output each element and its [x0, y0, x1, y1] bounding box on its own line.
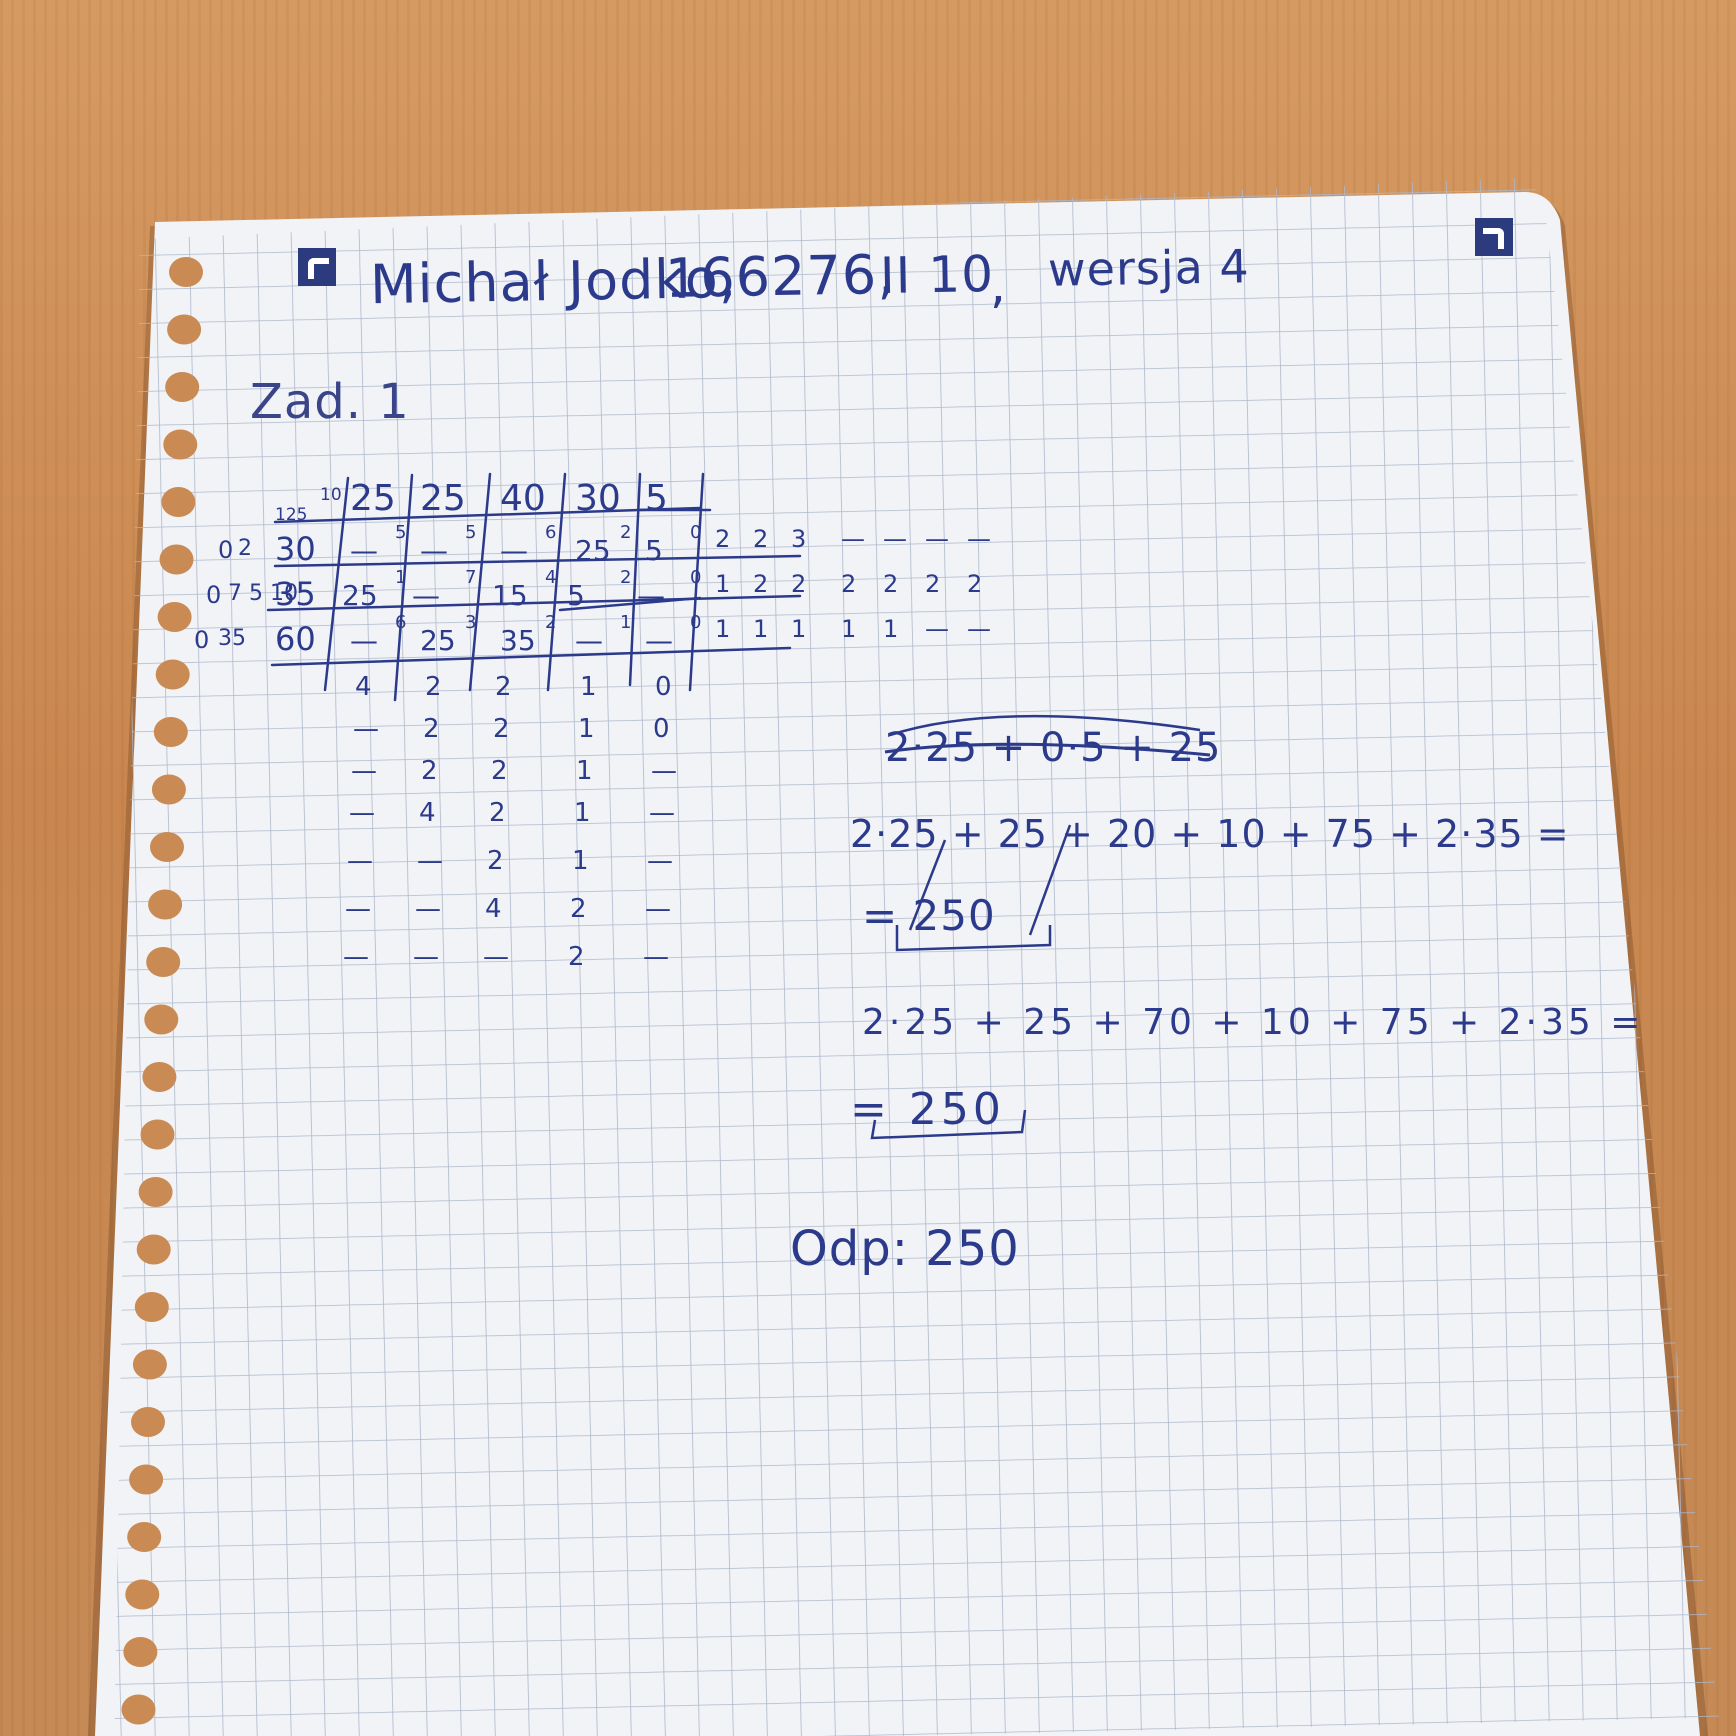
calculation-result-2: = 250 — [850, 1084, 1005, 1135]
calculation-line-1: 2·25 + 25 + 20 + 10 + 75 + 2·35 = — [850, 812, 1570, 856]
answer: Odp: 250 — [790, 1221, 1020, 1277]
calculation-result-1: = 250 — [862, 891, 996, 940]
notebook-photo: Michał Jodko, 166276, II 10 , wersja 4 Z… — [0, 0, 1736, 1736]
strike-through — [884, 742, 1211, 757]
calculation-line-2: 2·25 + 25 + 70 + 10 + 75 + 2·35 = — [862, 1002, 1645, 1043]
